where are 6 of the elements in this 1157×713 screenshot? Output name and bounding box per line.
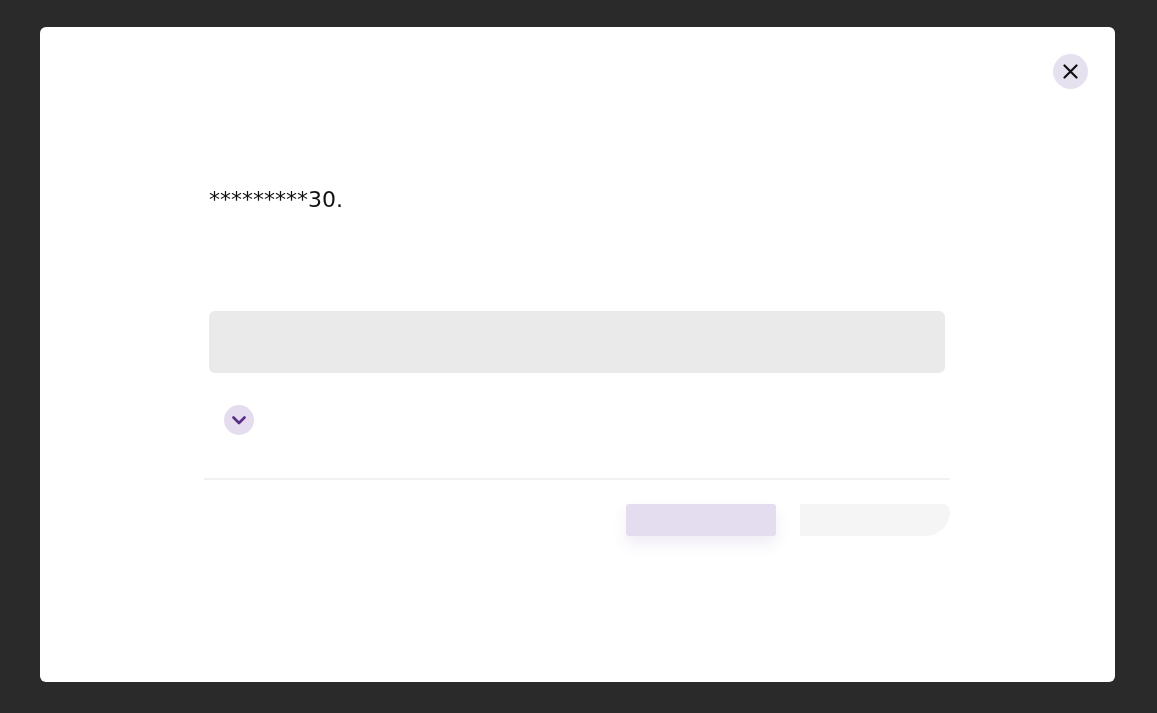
close-button[interactable] [1053, 54, 1088, 89]
chevron-down-icon [232, 415, 246, 425]
expand-button[interactable] [224, 405, 254, 435]
primary-button[interactable] [626, 504, 776, 536]
message-text: *********30. [209, 186, 344, 214]
close-icon [1063, 64, 1078, 79]
